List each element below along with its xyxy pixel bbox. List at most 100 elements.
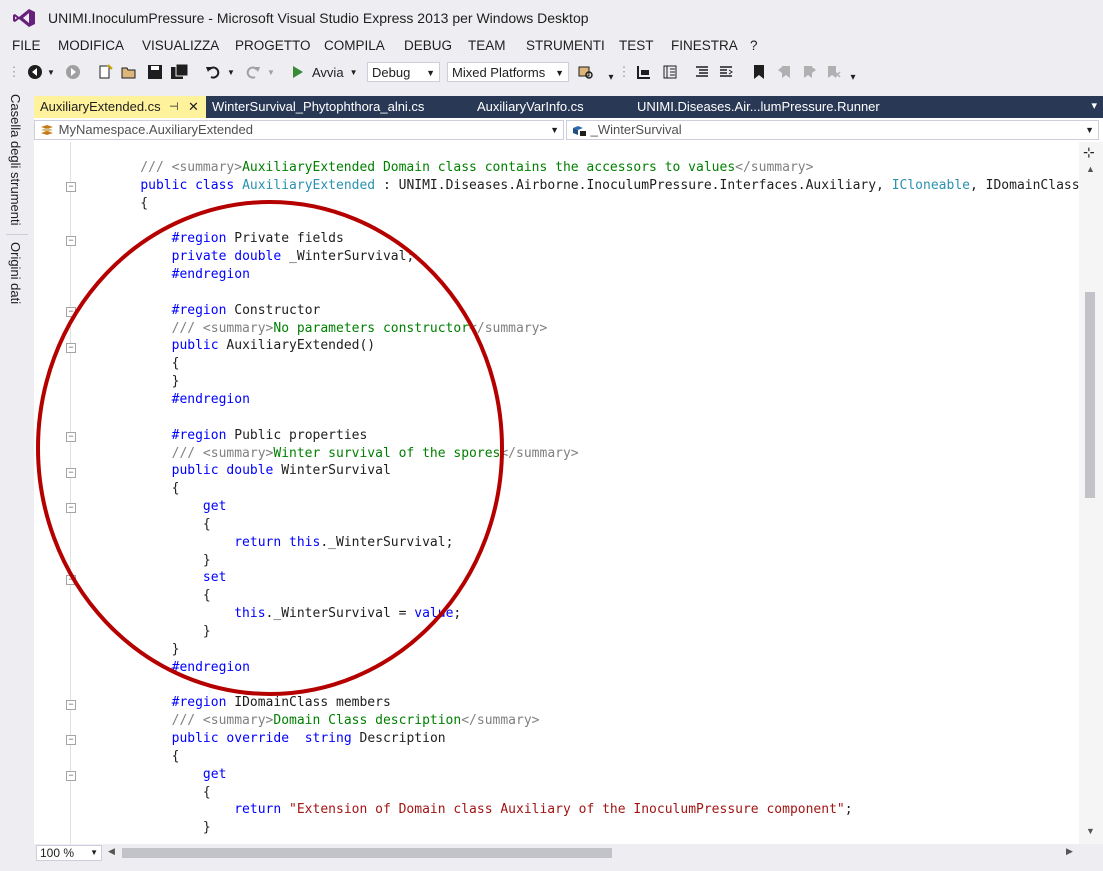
menu-compila[interactable]: COMPILA [324, 38, 385, 53]
bookmark-icon [754, 65, 764, 79]
menu-team[interactable]: TEAM [468, 38, 506, 53]
vertical-scrollbar[interactable]: ⊹ ▲ ▼ [1079, 142, 1103, 844]
start-button[interactable]: Avvia ▼ [292, 63, 364, 81]
menu-finestra[interactable]: FINESTRA [671, 38, 738, 53]
menu-debug[interactable]: DEBUG [404, 38, 452, 53]
save-all-icon [171, 64, 189, 79]
toolbar-overflow-icon[interactable]: ▾ [606, 68, 616, 86]
next-bookmark-button[interactable] [800, 63, 818, 81]
annotation-ellipse [36, 200, 504, 696]
back-button[interactable] [26, 63, 44, 81]
menu-file[interactable]: FILE [12, 38, 41, 53]
side-tab-divider [6, 234, 28, 235]
class-view-icon [637, 66, 650, 79]
type-scope-dropdown-icon: ▼ [550, 125, 559, 135]
start-label: Avvia [312, 64, 344, 80]
comment-button[interactable] [692, 63, 712, 81]
uncomment-lines-icon [720, 66, 733, 77]
zoom-value: 100 % [40, 846, 75, 860]
close-tab-icon[interactable]: ✕ [188, 96, 199, 118]
find-icon [578, 66, 593, 79]
platform-value: Mixed Platforms [452, 65, 546, 80]
redo-dropdown-icon[interactable]: ▼ [266, 63, 276, 81]
type-scope-select[interactable]: MyNamespace.AuxiliaryExtended ▼ [34, 120, 564, 140]
zoom-select[interactable]: 100 % ▼ [36, 845, 102, 861]
new-project-icon [99, 64, 113, 79]
annotation-circle [36, 200, 504, 696]
redo-button[interactable] [244, 63, 262, 81]
side-tab-data-sources[interactable]: Origini dati [8, 242, 23, 304]
tab-label: WinterSurvival_Phytophthora_alni.cs [212, 99, 425, 114]
save-icon [148, 65, 162, 79]
scroll-left-icon[interactable]: ◀ [108, 846, 115, 857]
undo-dropdown-icon[interactable]: ▼ [226, 63, 236, 81]
title-bar: UNIMI.InoculumPressure - Microsoft Visua… [0, 0, 1103, 36]
configuration-dropdown-icon: ▼ [426, 68, 435, 78]
comment-lines-icon [696, 66, 708, 77]
menu-help[interactable]: ? [750, 38, 758, 53]
tab-label: AuxiliaryExtended.cs [40, 99, 161, 114]
window-bottom-edge [0, 862, 1103, 871]
member-dropdown-icon: ▼ [1085, 125, 1094, 135]
back-dropdown-icon[interactable]: ▼ [46, 63, 56, 81]
navigation-bar: MyNamespace.AuxiliaryExtended ▼ _WinterS… [34, 118, 1103, 143]
uncomment-button[interactable] [716, 63, 736, 81]
type-scope-value: MyNamespace.AuxiliaryExtended [58, 122, 253, 137]
member-select[interactable]: _WinterSurvival ▼ [566, 120, 1099, 140]
configuration-value: Debug [372, 65, 411, 80]
tab-auxiliary-extended[interactable]: AuxiliaryExtended.cs ⊣ ✕ [34, 96, 206, 118]
vertical-scroll-thumb[interactable] [1085, 292, 1095, 498]
configuration-select[interactable]: Debug ▼ [367, 62, 440, 82]
prev-bookmark-icon [778, 66, 790, 78]
tab-label: UNIMI.Diseases.Air...lumPressure.Runner [637, 99, 880, 114]
tab-auxiliary-var-info[interactable]: AuxiliaryVarInfo.cs [471, 96, 631, 118]
next-bookmark-icon [804, 66, 816, 78]
menu-modifica[interactable]: MODIFICA [58, 38, 124, 53]
toolbar-grip-icon: ⋮ [7, 64, 21, 79]
tab-winter-survival[interactable]: WinterSurvival_Phytophthora_alni.cs [206, 96, 466, 118]
forward-button[interactable] [64, 63, 82, 81]
object-browser-icon [663, 65, 677, 79]
undo-button[interactable] [204, 63, 222, 81]
save-button[interactable] [146, 63, 164, 81]
side-tool-bar: Casella degli strumenti Origini dati [0, 90, 34, 871]
redo-icon [246, 66, 260, 79]
clear-bookmarks-button[interactable] [824, 63, 842, 81]
bookmark-button[interactable] [750, 63, 768, 81]
scroll-right-icon[interactable]: ▶ [1066, 846, 1073, 857]
pin-icon[interactable]: ⊣ [169, 96, 179, 118]
new-project-button[interactable] [96, 63, 114, 81]
scroll-up-icon[interactable]: ▲ [1086, 164, 1095, 174]
split-view-icon[interactable]: ⊹ [1083, 144, 1095, 161]
menu-bar: FILE MODIFICA VISUALIZZA PROGETTO COMPIL… [0, 36, 1103, 58]
platform-dropdown-icon: ▼ [555, 68, 564, 78]
toolbar-grip-2-icon: ⋮ [617, 64, 631, 79]
side-tab-toolbox[interactable]: Casella degli strumenti [8, 94, 23, 226]
tab-runner[interactable]: UNIMI.Diseases.Air...lumPressure.Runner [631, 96, 931, 118]
open-file-button[interactable] [120, 63, 138, 81]
scroll-down-icon[interactable]: ▼ [1086, 826, 1095, 836]
class-icon [41, 124, 53, 135]
save-all-button[interactable] [170, 63, 190, 81]
code-editor[interactable]: − − − − − − − − − − − /// <summary>Auxil… [34, 142, 1079, 844]
window-title: UNIMI.InoculumPressure - Microsoft Visua… [48, 10, 589, 26]
member-value: _WinterSurvival [590, 122, 682, 137]
menu-test[interactable]: TEST [619, 38, 654, 53]
menu-progetto[interactable]: PROGETTO [235, 38, 311, 53]
menu-visualizza[interactable]: VISUALIZZA [142, 38, 219, 53]
start-dropdown-icon: ▼ [349, 67, 358, 77]
private-field-icon [573, 125, 586, 136]
prev-bookmark-button[interactable] [776, 63, 794, 81]
class-view-button[interactable] [634, 63, 654, 81]
horizontal-scroll-thumb[interactable] [122, 848, 612, 858]
toolbar-overflow-2-icon[interactable]: ▾ [848, 68, 858, 86]
tab-label: AuxiliaryVarInfo.cs [477, 99, 584, 114]
platform-select[interactable]: Mixed Platforms ▼ [447, 62, 569, 82]
menu-strumenti[interactable]: STRUMENTI [526, 38, 605, 53]
object-browser-button[interactable] [660, 63, 680, 81]
find-in-files-button[interactable] [576, 63, 596, 81]
visual-studio-logo-icon [13, 9, 35, 27]
zoom-dropdown-icon: ▼ [90, 848, 98, 857]
clear-bookmarks-icon [828, 66, 841, 78]
tab-overflow-icon[interactable]: ▾ [1091, 96, 1097, 116]
